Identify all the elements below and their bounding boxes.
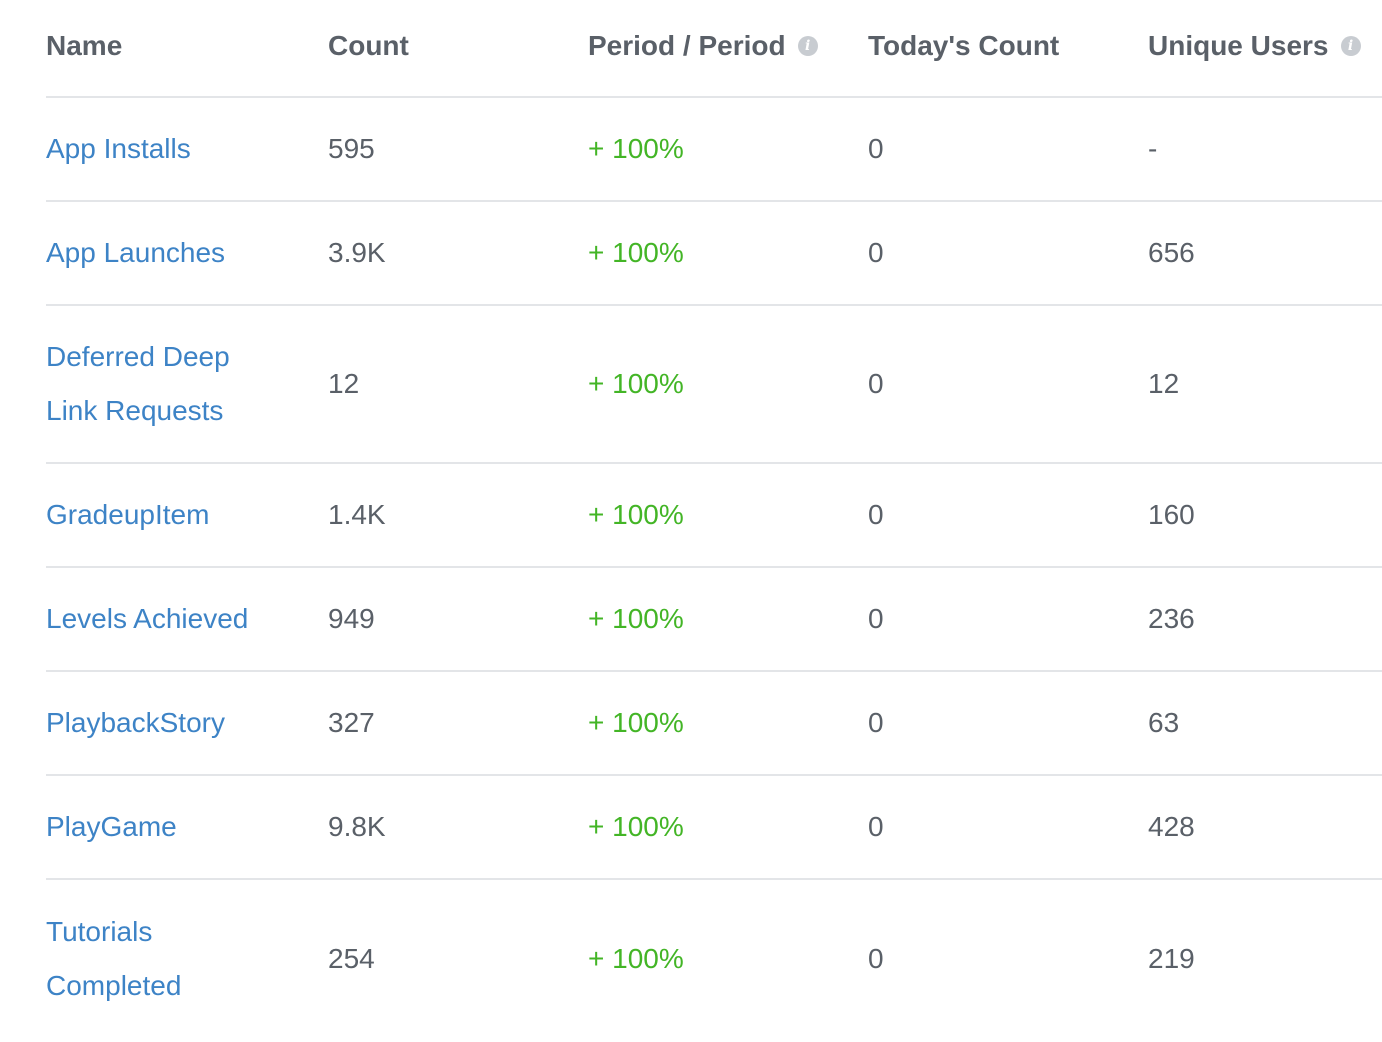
table-row: PlayGame 9.8K + 100% 0 428 [46, 776, 1382, 880]
column-header-label: Today's Count [868, 30, 1060, 61]
today-count-cell: 0 [868, 943, 884, 974]
column-header-label: Name [46, 30, 123, 61]
today-count-cell: 0 [868, 133, 884, 164]
column-header-count[interactable]: Count [328, 30, 588, 66]
period-change-cell: + 100% [588, 811, 684, 842]
count-cell: 3.9K [328, 237, 386, 268]
today-count-cell: 0 [868, 707, 884, 738]
event-name-link[interactable]: Tutorials Completed [46, 905, 246, 1013]
table-header: Name Count Period / Period i Today's Coun… [46, 0, 1382, 98]
unique-users-cell: 219 [1148, 943, 1195, 974]
table-row: Levels Achieved 949 + 100% 0 236 [46, 568, 1382, 672]
today-count-cell: 0 [868, 603, 884, 634]
period-change-cell: + 100% [588, 943, 684, 974]
today-count-cell: 0 [868, 368, 884, 399]
unique-users-cell: 236 [1148, 603, 1195, 634]
event-name-link[interactable]: Levels Achieved [46, 592, 328, 646]
event-name-cell: PlaybackStory [46, 696, 328, 750]
event-name-cell: GradeupItem [46, 488, 328, 542]
events-table: Name Count Period / Period i Today's Coun… [46, 0, 1382, 1038]
period-change-cell: + 100% [588, 133, 684, 164]
event-name-link[interactable]: GradeupItem [46, 488, 328, 542]
table-row: Tutorials Completed 254 + 100% 0 219 [46, 880, 1382, 1038]
count-cell: 12 [328, 368, 360, 399]
table-row: GradeupItem 1.4K + 100% 0 160 [46, 464, 1382, 568]
today-count-cell: 0 [868, 811, 884, 842]
table-row: PlaybackStory 327 + 100% 0 63 [46, 672, 1382, 776]
column-header-label: Period / Period [588, 30, 786, 61]
period-change-cell: + 100% [588, 237, 684, 268]
count-cell: 949 [328, 603, 375, 634]
period-change-cell: + 100% [588, 499, 684, 530]
event-name-link[interactable]: PlayGame [46, 800, 328, 854]
event-name-cell: Levels Achieved [46, 592, 328, 646]
period-change-cell: + 100% [588, 603, 684, 634]
table-row: Deferred Deep Link Requests 12 + 100% 0 … [46, 306, 1382, 464]
column-header-label: Count [328, 30, 409, 61]
today-count-cell: 0 [868, 499, 884, 530]
count-cell: 595 [328, 133, 375, 164]
unique-users-cell: - [1148, 133, 1158, 164]
event-name-link[interactable]: App Installs [46, 122, 328, 176]
event-name-cell: App Installs [46, 122, 328, 176]
info-icon[interactable]: i [797, 36, 818, 56]
event-name-link[interactable]: App Launches [46, 226, 328, 280]
info-icon[interactable]: i [1340, 36, 1361, 56]
period-change-cell: + 100% [588, 368, 684, 399]
column-header-label: Unique Users [1148, 30, 1329, 61]
count-cell: 1.4K [328, 499, 386, 530]
column-header-period[interactable]: Period / Period i [588, 30, 868, 66]
event-name-cell: App Launches [46, 226, 328, 280]
table-row: App Launches 3.9K + 100% 0 656 [46, 202, 1382, 306]
unique-users-cell: 63 [1148, 707, 1180, 738]
unique-users-cell: 160 [1148, 499, 1195, 530]
period-change-cell: + 100% [588, 707, 684, 738]
event-name-link[interactable]: Deferred Deep Link Requests [46, 330, 246, 438]
event-name-cell: Deferred Deep Link Requests [46, 330, 328, 438]
column-header-today[interactable]: Today's Count [868, 30, 1148, 66]
event-name-cell: PlayGame [46, 800, 328, 854]
count-cell: 327 [328, 707, 375, 738]
count-cell: 9.8K [328, 811, 386, 842]
column-header-name[interactable]: Name [46, 30, 328, 66]
count-cell: 254 [328, 943, 375, 974]
table-row: App Installs 595 + 100% 0 - [46, 98, 1382, 202]
today-count-cell: 0 [868, 237, 884, 268]
event-name-cell: Tutorials Completed [46, 905, 328, 1013]
unique-users-cell: 12 [1148, 368, 1180, 399]
event-name-link[interactable]: PlaybackStory [46, 696, 328, 750]
column-header-unique-users[interactable]: Unique Users i [1148, 30, 1382, 66]
unique-users-cell: 428 [1148, 811, 1195, 842]
unique-users-cell: 656 [1148, 237, 1195, 268]
